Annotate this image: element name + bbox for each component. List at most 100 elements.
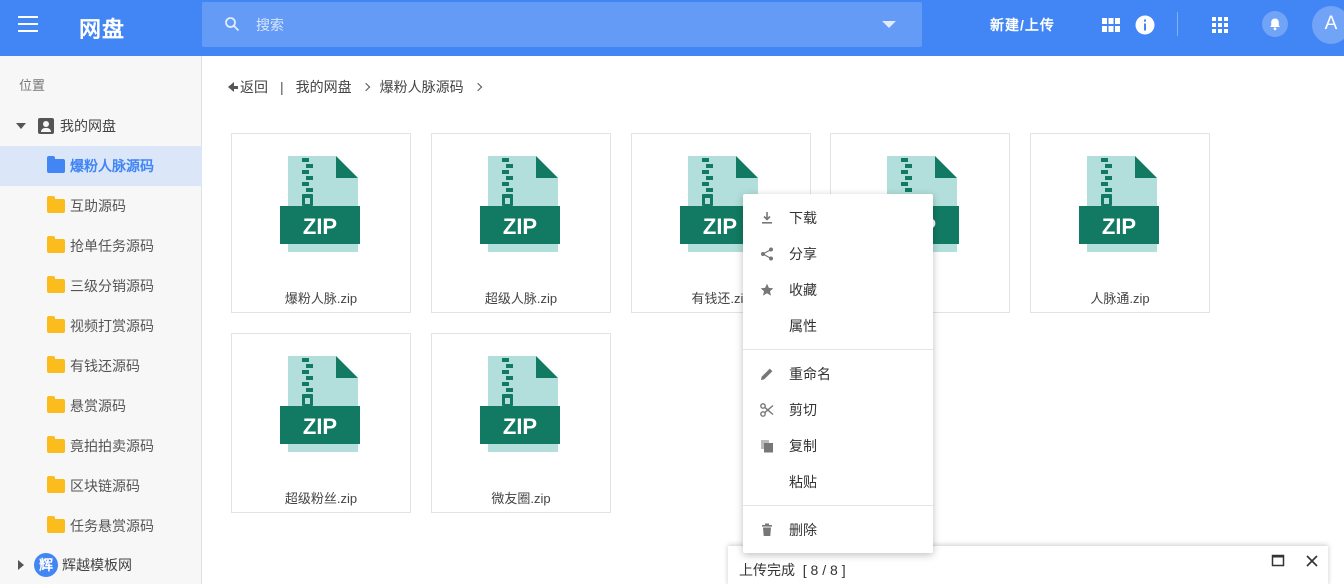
file-item[interactable]: ZIP 超级人脉.zip xyxy=(431,133,611,313)
zip-file-icon: ZIP xyxy=(280,156,360,252)
menu-item-properties[interactable]: 属性 xyxy=(743,308,933,344)
zip-file-icon: ZIP xyxy=(480,156,560,252)
menu-item-paste[interactable]: 粘贴 xyxy=(743,464,933,500)
file-item[interactable]: ZIP 爆粉人脉.zip xyxy=(231,133,411,313)
sidebar-folder-label: 抢单任务源码 xyxy=(70,238,154,254)
breadcrumb: 返回 | 我的网盘 爆粉人脉源码 xyxy=(228,77,492,97)
zip-icon-label: ZIP xyxy=(1102,214,1136,239)
sidebar-folder-item[interactable]: 区块链源码 xyxy=(0,466,202,506)
breadcrumb-divider: | xyxy=(280,79,284,95)
search-options-dropdown-icon[interactable] xyxy=(882,21,896,28)
sidebar-folder-item[interactable]: 抢单任务源码 xyxy=(0,226,202,266)
zip-file-icon: ZIP xyxy=(1079,156,1159,252)
sidebar-item-my-drive[interactable]: 我的网盘 xyxy=(0,108,202,144)
sidebar: 位置 我的网盘 爆粉人脉源码 互助源码 抢单任务源码 三级分销源码 视频打赏源码… xyxy=(0,56,202,584)
file-item[interactable]: ZIP 人脉通.zip xyxy=(1030,133,1210,313)
expand-arrow-icon[interactable] xyxy=(18,560,24,570)
search-icon xyxy=(225,17,240,32)
sidebar-folder-label: 任务悬赏源码 xyxy=(70,518,154,534)
sidebar-folder-item[interactable]: 视频打赏源码 xyxy=(0,306,202,346)
info-icon[interactable] xyxy=(1134,14,1156,36)
chevron-right-icon xyxy=(473,82,482,92)
app-title: 网盘 xyxy=(79,17,126,42)
trash-icon xyxy=(762,523,772,536)
zip-icon-label: ZIP xyxy=(503,214,537,239)
folder-icon xyxy=(47,476,65,493)
sidebar-folder-label: 区块链源码 xyxy=(70,478,140,494)
avatar[interactable]: A xyxy=(1312,6,1344,44)
folder-icon xyxy=(47,356,65,373)
upload-status-text: 上传完成 [ 8 / 8 ] xyxy=(739,560,846,580)
top-app-bar: 网盘 新建/上传 A xyxy=(0,0,1344,56)
file-name: 人脉通.zip xyxy=(1090,291,1150,306)
sidebar-folder-item[interactable]: 任务悬赏源码 xyxy=(0,506,202,546)
menu-item-cut[interactable]: 剪切 xyxy=(743,392,933,428)
sidebar-folder-label: 互助源码 xyxy=(70,198,126,214)
back-label: 返回 xyxy=(240,79,268,95)
file-name: 爆粉人脉.zip xyxy=(284,291,358,306)
sidebar-title: 位置 xyxy=(19,78,46,93)
breadcrumb-item[interactable]: 我的网盘 xyxy=(296,77,352,97)
search-input[interactable] xyxy=(256,12,856,38)
back-button[interactable]: 返回 xyxy=(228,77,268,97)
menu-item-label: 下载 xyxy=(789,210,817,226)
sidebar-folder-item[interactable]: 爆粉人脉源码 xyxy=(0,146,202,186)
sidebar-folder-item[interactable]: 悬赏源码 xyxy=(0,386,202,426)
copy-icon xyxy=(761,440,773,453)
menu-item-delete[interactable]: 删除 xyxy=(743,512,933,548)
menu-item-rename[interactable]: 重命名 xyxy=(743,356,933,392)
sidebar-folder-label: 三级分销源码 xyxy=(70,278,154,294)
sidebar-folder-label: 爆粉人脉源码 xyxy=(70,158,154,174)
sidebar-folder-item[interactable]: 有钱还源码 xyxy=(0,346,202,386)
search-bar[interactable] xyxy=(202,2,922,47)
file-name: 超级人脉.zip xyxy=(484,291,558,306)
file-item[interactable]: ZIP 超级粉丝.zip xyxy=(231,333,411,513)
sidebar-folder-label: 悬赏源码 xyxy=(70,398,126,414)
star-icon xyxy=(760,283,774,296)
folder-icon xyxy=(47,196,65,213)
folder-icon xyxy=(47,236,65,253)
sidebar-folder-item[interactable]: 三级分销源码 xyxy=(0,266,202,306)
zip-icon-label: ZIP xyxy=(303,214,337,239)
folder-icon xyxy=(47,436,65,453)
sidebar-folder-label: 竟拍拍卖源码 xyxy=(70,438,154,454)
brand-logo-icon: 辉 xyxy=(34,553,58,577)
menu-item-favorite[interactable]: 收藏 xyxy=(743,272,933,308)
expand-arrow-icon[interactable] xyxy=(16,123,26,129)
menu-item-label: 粘贴 xyxy=(789,474,817,490)
notifications-button[interactable] xyxy=(1262,11,1288,37)
file-name: 超级粉丝.zip xyxy=(284,491,358,506)
close-icon[interactable] xyxy=(1305,554,1319,568)
sidebar-folder-item[interactable]: 竟拍拍卖源码 xyxy=(0,426,202,466)
sidebar-folder-item[interactable]: 互助源码 xyxy=(0,186,202,226)
sidebar-item-brand[interactable]: 辉 辉越模板网 xyxy=(0,546,202,584)
maximize-icon[interactable] xyxy=(1271,554,1285,568)
zip-icon-label: ZIP xyxy=(503,414,537,439)
menu-item-label: 分享 xyxy=(789,246,817,262)
zip-icon-label: ZIP xyxy=(703,214,737,239)
folder-icon xyxy=(47,396,65,413)
sidebar-folder-label: 有钱还源码 xyxy=(70,358,140,374)
new-upload-button[interactable]: 新建/上传 xyxy=(990,15,1055,35)
menu-item-download[interactable]: 下载 xyxy=(743,200,933,236)
breadcrumb-item[interactable]: 爆粉人脉源码 xyxy=(380,77,464,97)
file-item[interactable]: ZIP 微友圈.zip xyxy=(431,333,611,513)
sidebar-item-label: 我的网盘 xyxy=(60,118,116,134)
account-box-icon xyxy=(38,118,54,134)
pencil-icon xyxy=(761,368,773,380)
folder-icon xyxy=(47,156,65,173)
grid-view-icon[interactable] xyxy=(1100,14,1122,36)
menu-divider xyxy=(743,505,933,506)
menu-icon[interactable] xyxy=(18,16,38,32)
upload-count: [ 8 / 8 ] xyxy=(802,562,846,578)
menu-item-label: 属性 xyxy=(789,318,817,334)
toolbar-divider xyxy=(1177,12,1178,36)
apps-icon[interactable] xyxy=(1209,14,1231,36)
menu-item-label: 删除 xyxy=(789,522,817,538)
file-name: 微友圈.zip xyxy=(491,491,551,506)
menu-item-copy[interactable]: 复制 xyxy=(743,428,933,464)
folder-icon xyxy=(47,316,65,333)
context-menu: 下载 分享 收藏 属性 重命名 剪切 复制 粘贴 删除 xyxy=(743,194,933,553)
zip-file-icon: ZIP xyxy=(480,356,560,452)
menu-item-share[interactable]: 分享 xyxy=(743,236,933,272)
